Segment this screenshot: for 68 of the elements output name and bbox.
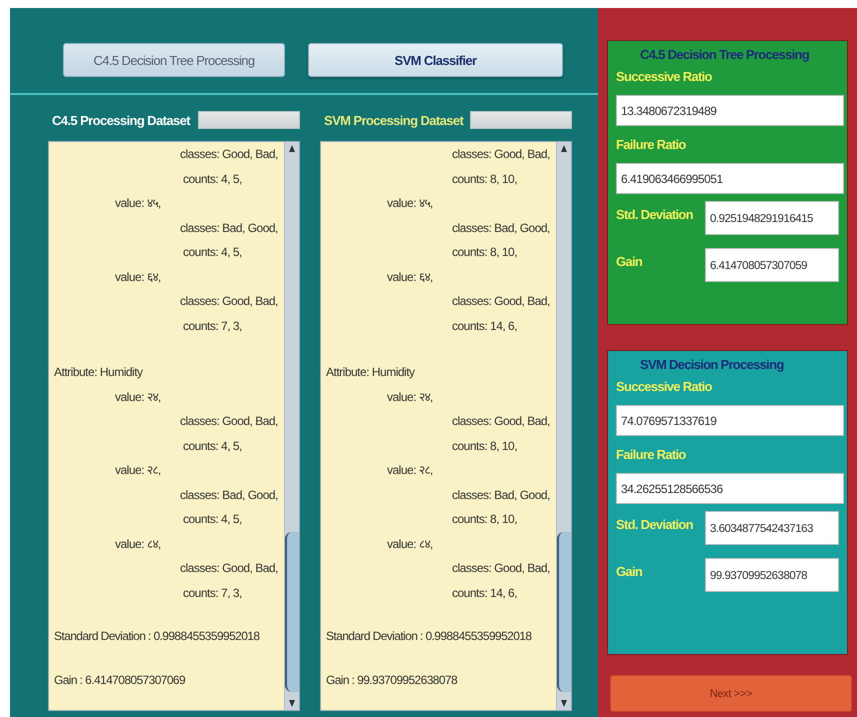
field-label: Gain: [616, 563, 642, 579]
output-line: counts: 8, 10,: [451, 244, 518, 261]
output-line: value: २८,: [114, 462, 162, 479]
value-field[interactable]: 0.9251948291916415: [705, 201, 839, 235]
field-label: Failure Ratio: [616, 446, 687, 464]
output-line: counts: 4, 5,: [182, 511, 243, 528]
value-field[interactable]: 3.6034877542437163: [705, 511, 839, 545]
dataset-field[interactable]: [198, 111, 300, 129]
scrollbar-thumb[interactable]: [285, 532, 299, 692]
output-line: value: ४५,: [386, 195, 434, 212]
value-field[interactable]: 13.3480672319489: [616, 95, 844, 126]
field-label: Gain: [616, 253, 642, 269]
tab-button[interactable]: C4.5 Decision Tree Processing: [63, 43, 285, 77]
output-line: classes: Bad, Good,: [179, 486, 279, 504]
output-line: Attribute: Humidity: [53, 364, 144, 381]
output-line: Standard Deviation : 0.9988455359952018: [53, 628, 260, 645]
dataset-field[interactable]: [470, 111, 572, 129]
output-line: Gain : 99.93709952638078: [325, 672, 458, 688]
output-line: counts: 14, 6,: [451, 584, 518, 602]
field-label: Successive Ratio: [616, 68, 713, 86]
output-line: counts: 14, 6,: [451, 318, 518, 334]
output-line: value: ६४,: [386, 268, 434, 286]
scrollbar-thumb[interactable]: [557, 532, 571, 692]
output-line: classes: Good, Bad,: [179, 560, 279, 577]
output-line: counts: 4, 5,: [182, 438, 243, 454]
dataset-title: C4.5 Processing Dataset: [51, 112, 190, 128]
scrollbar[interactable]: [556, 142, 571, 710]
card-title: C4.5 Decision Tree Processing: [639, 46, 810, 64]
output-line: classes: Bad, Good,: [451, 486, 551, 504]
output-line: classes: Good, Bad,: [179, 413, 279, 430]
output-line: classes: Good, Bad,: [451, 560, 551, 577]
output-line: value: २४,: [114, 388, 162, 406]
output-line: classes: Good, Bad,: [451, 293, 551, 310]
output-line: counts: 4, 5,: [182, 244, 243, 261]
output-line: counts: 7, 3,: [182, 584, 243, 602]
output-line: counts: 8, 10,: [451, 511, 518, 528]
output-line: counts: 8, 10,: [451, 170, 518, 188]
output-line: classes: Good, Bad,: [179, 293, 279, 310]
output-line: value: ४५,: [114, 195, 162, 212]
output-line: counts: 4, 5,: [182, 170, 243, 188]
card-title: SVM Decision Processing: [639, 356, 785, 374]
output-line: Attribute: Humidity: [325, 364, 416, 381]
output-line: classes: Bad, Good,: [179, 220, 279, 236]
field-label: Std. Deviation: [616, 206, 693, 222]
scrollbar[interactable]: [284, 142, 299, 710]
field-label: Successive Ratio: [616, 378, 713, 396]
output-line: value: ८४,: [114, 536, 162, 552]
output-line: classes: Good, Bad,: [179, 146, 279, 163]
output-line: classes: Good, Bad,: [451, 413, 551, 430]
value-field[interactable]: 74.0769571337619: [616, 405, 844, 436]
field-label: Failure Ratio: [616, 136, 687, 154]
output-line: counts: 7, 3,: [182, 318, 243, 334]
output-line: value: ६४,: [114, 268, 162, 286]
value-field[interactable]: 6.419063466995051: [616, 163, 844, 194]
field-label: Std. Deviation: [616, 516, 693, 532]
value-field[interactable]: 6.414708057307059: [705, 248, 839, 282]
output-line: classes: Bad, Good,: [451, 220, 551, 236]
value-field[interactable]: 34.26255128566536: [616, 473, 844, 504]
output-line: classes: Good, Bad,: [451, 146, 551, 163]
dataset-title: SVM Processing Dataset: [323, 112, 464, 128]
output-line: Gain : 6.414708057307069: [53, 672, 186, 688]
value-field[interactable]: 99.93709952638078: [705, 558, 839, 592]
output-line: value: २८,: [386, 462, 434, 479]
output-line: value: २४,: [386, 388, 434, 406]
tab-button[interactable]: SVM Classifier: [308, 43, 563, 77]
output-line: counts: 8, 10,: [451, 438, 518, 454]
output-line: value: ८४,: [386, 536, 434, 552]
output-line: Standard Deviation : 0.9988455359952018: [325, 628, 532, 645]
